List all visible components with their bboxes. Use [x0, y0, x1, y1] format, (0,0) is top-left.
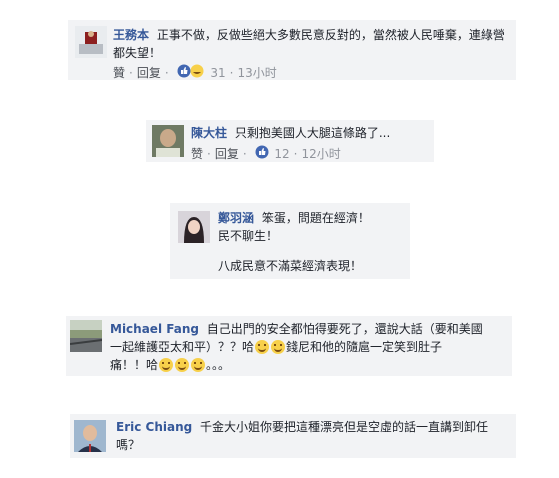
laughing-emoji-icon	[159, 357, 174, 372]
laughing-emoji-icon	[175, 357, 190, 372]
comment-text-line: 痛！！哈	[110, 358, 159, 372]
reply-link[interactable]: 回复	[215, 147, 239, 161]
comment-text-line: 自己出門的安全都怕得要死了，還說大話（要和美國	[206, 322, 483, 336]
timestamp[interactable]: 12小时	[301, 147, 340, 161]
comment-body: 鄭羽涵 笨蛋，問題在經濟！ 民不聊生！ 八成民意不滿菜經濟表現！	[218, 209, 406, 275]
avatar[interactable]	[70, 320, 102, 352]
author-name[interactable]: 王務本	[113, 28, 149, 42]
comment-body: Eric Chiang 千金大小姐你要把這種漂亮但是空虛的話一直講到卸任 嗎？	[116, 418, 512, 454]
laughing-emoji-icon	[190, 64, 204, 78]
laughing-emoji-icon	[271, 339, 286, 354]
comment-text-line: 一起維護亞太和平）？？哈	[110, 340, 255, 354]
reply-link[interactable]: 回复	[137, 66, 161, 80]
comment-body: Michael Fang 自己出門的安全都怕得要死了，還說大話（要和美國 一起維…	[110, 320, 510, 374]
like-reaction-icon	[177, 64, 204, 78]
comment-card: Michael Fang 自己出門的安全都怕得要死了，還說大話（要和美國 一起維…	[66, 316, 512, 376]
reactions-summary[interactable]	[177, 64, 205, 81]
avatar[interactable]	[74, 420, 106, 452]
like-reaction-icon	[255, 145, 269, 159]
comment-card: 鄭羽涵 笨蛋，問題在經濟！ 民不聊生！ 八成民意不滿菜經濟表現！	[170, 203, 410, 279]
timestamp[interactable]: 13小时	[237, 66, 276, 80]
avatar-image-icon	[178, 211, 210, 243]
author-name[interactable]: Michael Fang	[110, 322, 199, 336]
comment-text-line: 錢尼和他的隨扈一定笑到肚子	[286, 340, 443, 354]
avatar-image-icon	[74, 420, 106, 452]
comment-text-line: 千金大小姐你要把這種漂亮但是空虛的話一直講到卸任	[200, 420, 489, 434]
comment-text-line: 笨蛋，問題在經濟！	[261, 211, 370, 225]
comment-text-line: 民不聊生！	[218, 229, 279, 243]
comment-text: 只剩抱美國人大腿這條路了...	[234, 126, 391, 140]
comment-text-line: 。。。	[206, 358, 231, 372]
comment-card: 王務本 正事不做，反做些絕大多數民意反對的，當然被人民唾棄，連綠營都失望！ 贊 ·…	[68, 20, 516, 80]
laughing-emoji-icon	[255, 339, 270, 354]
comment-body: 陳大柱 只剩抱美國人大腿這條路了...	[191, 124, 431, 142]
avatar-image-icon	[152, 125, 184, 157]
author-name[interactable]: Eric Chiang	[116, 420, 192, 434]
comment-card: Eric Chiang 千金大小姐你要把這種漂亮但是空虛的話一直講到卸任 嗎？	[70, 414, 516, 458]
laughing-emoji-icon	[191, 357, 206, 372]
comment-text-line: 嗎？	[116, 438, 141, 452]
comment-text: 正事不做，反做些絕大多數民意反對的，當然被人民唾棄，連綠營都失望！	[113, 28, 505, 60]
comment-card: 陳大柱 只剩抱美國人大腿這條路了... 赞 · 回复 · 12 · 12小时	[146, 120, 434, 162]
avatar[interactable]	[178, 211, 210, 243]
avatar[interactable]	[152, 125, 184, 157]
comment-text-line: 八成民意不滿菜經濟表現！	[218, 259, 363, 273]
reactions-summary[interactable]	[255, 145, 269, 162]
comment-actions: 赞 · 回复 · 12 · 12小时	[191, 145, 341, 162]
reaction-count: 12	[274, 147, 290, 161]
author-name[interactable]: 鄭羽涵	[218, 211, 254, 225]
author-name[interactable]: 陳大柱	[191, 126, 227, 140]
comment-body: 王務本 正事不做，反做些絕大多數民意反對的，當然被人民唾棄，連綠營都失望！	[113, 26, 511, 62]
comment-actions: 贊 · 回复 · 31 · 13小时	[113, 64, 277, 81]
avatar[interactable]	[75, 26, 107, 58]
avatar-image-icon	[70, 320, 102, 352]
like-link[interactable]: 赞	[191, 147, 203, 161]
avatar-image-icon	[75, 26, 107, 58]
reaction-count: 31	[210, 66, 226, 80]
like-link[interactable]: 贊	[113, 66, 125, 80]
